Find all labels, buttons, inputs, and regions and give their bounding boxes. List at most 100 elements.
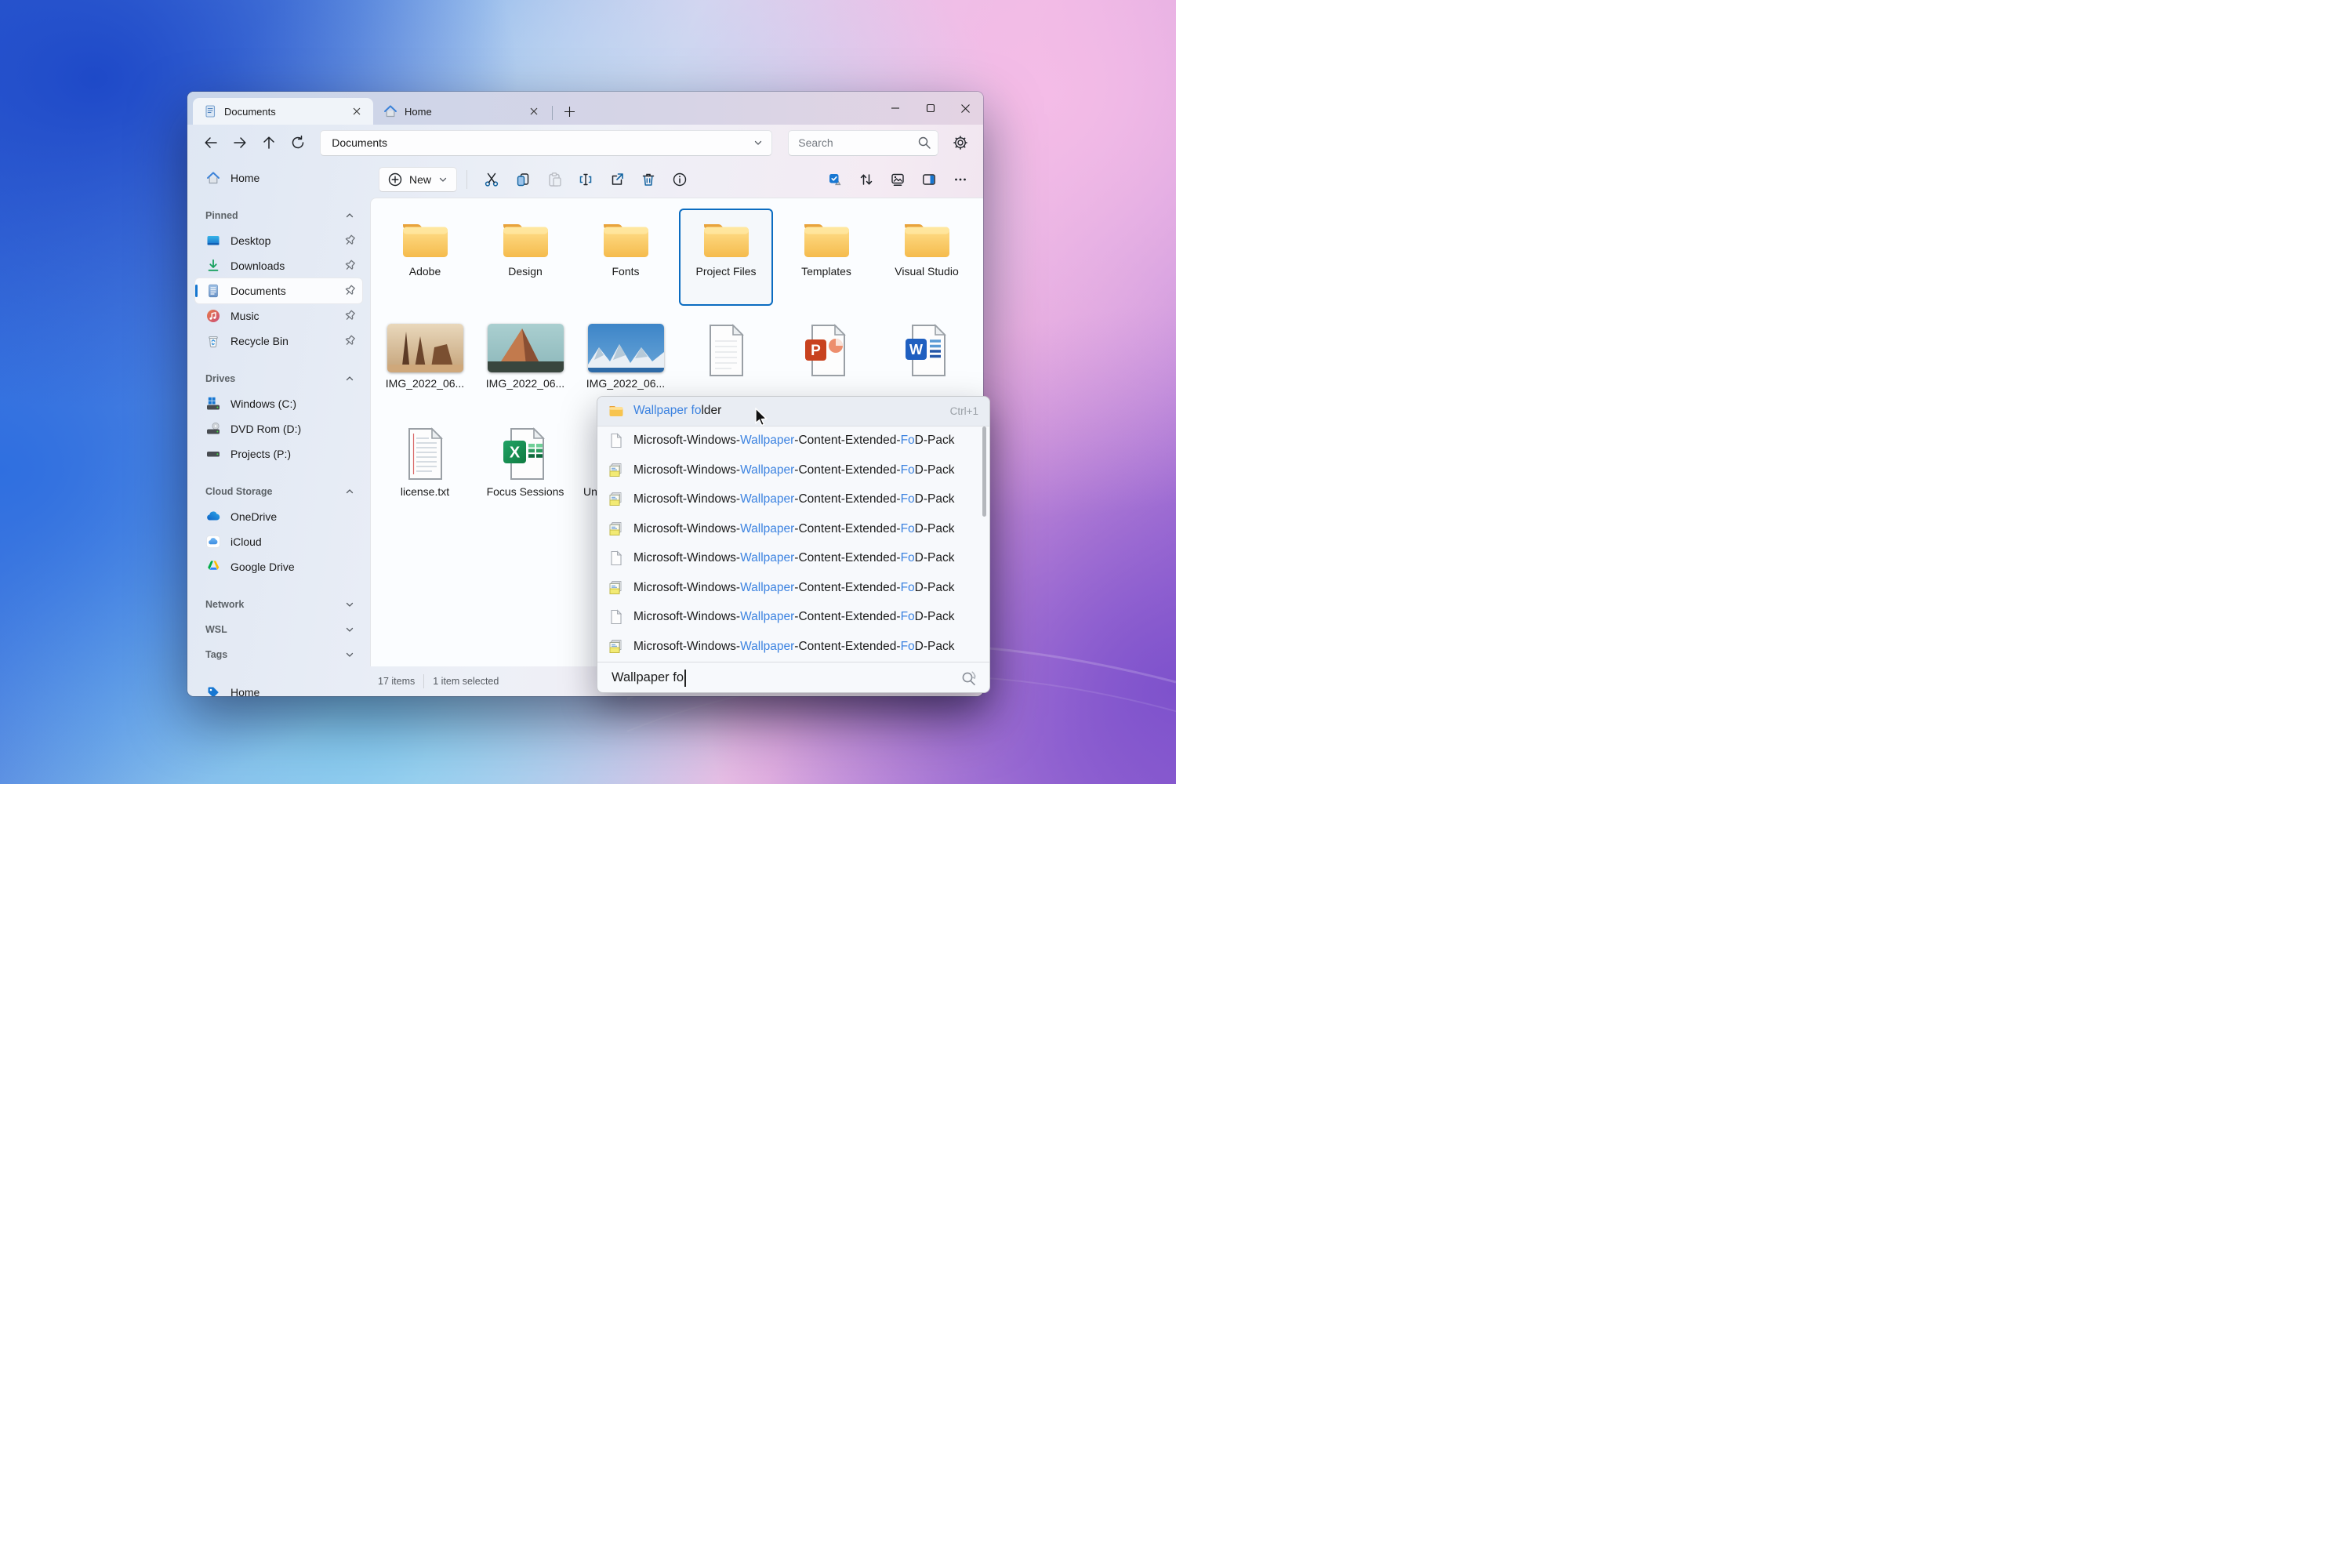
sidebar-item-label: iCloud [230,535,262,548]
sidebar-section-drives[interactable]: Drives [195,366,362,391]
sidebar-item-label: OneDrive [230,510,278,523]
toolbar-separator [466,169,468,189]
copy-icon[interactable] [508,166,538,193]
delete-icon[interactable] [633,166,663,193]
sidebar-section-pinned[interactable]: Pinned [195,203,362,228]
quick-search-input[interactable]: Wallpaper fo [612,669,686,687]
tab-home[interactable]: Home [373,98,550,125]
sidebar-item-projects-p-[interactable]: Projects (P:) [195,441,362,466]
forward-icon[interactable] [227,130,253,155]
address-dropdown-chevron-icon[interactable] [753,137,764,148]
chevron-up-icon[interactable] [342,208,358,223]
search-result-row[interactable]: Microsoft-Windows-Wallpaper-Content-Exte… [597,514,989,544]
chevron-down-icon[interactable] [342,622,358,637]
search-input[interactable] [798,136,918,149]
sidebar-section-wsl[interactable]: WSL [195,617,362,642]
sidebar-item-icloud[interactable]: iCloud [195,529,362,554]
sidebar-item-documents[interactable]: Documents [195,278,362,303]
back-icon[interactable] [198,130,224,155]
settings-gear-icon[interactable] [946,130,974,155]
sidebar-section-cloud-storage[interactable]: Cloud Storage [195,479,362,504]
result-text: Microsoft-Windows-Wallpaper-Content-Exte… [633,551,955,565]
file-tile-img-2022-06-[interactable]: IMG_2022_06... [378,324,472,390]
file-tile-img-2022-06-[interactable]: IMG_2022_06... [579,324,673,390]
sidebar-item-home[interactable]: Home [195,165,362,191]
tab-divider [552,106,553,120]
chevron-up-icon[interactable] [342,484,358,499]
chevron-down-icon[interactable] [342,647,358,662]
search-result-row[interactable]: Microsoft-Windows-Wallpaper-Content-Exte… [597,632,989,662]
status-separator [423,674,425,688]
pin-icon [342,233,358,249]
close-tab-icon[interactable] [348,103,365,120]
search-result-row[interactable]: Microsoft-Windows-Wallpaper-Content-Exte… [597,603,989,633]
search-result-row[interactable]: Microsoft-Windows-Wallpaper-Content-Exte… [597,573,989,603]
folder-tile-project-files[interactable]: Project Files [679,209,773,306]
sidebar-item-label: Downloads [230,260,285,272]
sidebar-item-downloads[interactable]: Downloads [195,253,362,278]
sidebar-item-label: Google Drive [230,561,295,573]
chevron-up-icon[interactable] [342,371,358,387]
file-tile-img-2022-06-[interactable]: IMG_2022_06... [478,324,572,390]
more-options-icon[interactable] [946,166,975,193]
paste-icon[interactable] [539,166,569,193]
dropdown-scrollbar[interactable] [982,426,986,517]
mouse-cursor [754,407,771,432]
address-bar[interactable]: Documents [320,129,773,156]
new-button[interactable]: New [379,166,458,192]
tab-documents[interactable]: Documents [193,98,373,125]
select-all-icon[interactable] [820,166,850,193]
folder-icon [801,220,851,260]
search-result-row[interactable]: Microsoft-Windows-Wallpaper-Content-Exte… [597,456,989,485]
desktop-icon [205,233,221,249]
file-sm-icon [608,433,624,448]
folder-tile-visual-studio[interactable]: Visual Studio [880,209,974,306]
file-label: IMG_2022_06... [485,377,565,390]
sidebar-item-home[interactable]: Home [195,680,362,696]
sidebar-item-windows-c-[interactable]: Windows (C:) [195,391,362,416]
folder-tile-design[interactable]: Design [478,209,572,306]
sidebar-item-dvd-rom-d-[interactable]: DVD Rom (D:) [195,416,362,441]
details-pane-icon[interactable] [914,166,944,193]
navigation-bar: Documents [187,125,983,161]
search-box[interactable] [788,129,939,156]
sidebar-item-label: Home [230,172,260,184]
folder-tile-fonts[interactable]: Fonts [579,209,673,306]
info-icon[interactable] [665,166,695,193]
file-tile-focus-sessions[interactable]: X Focus Sessions [478,427,572,498]
close-tab-icon[interactable] [525,103,543,120]
close-window-button[interactable] [948,95,983,122]
sort-icon[interactable] [851,166,881,193]
search-result-row[interactable]: Microsoft-Windows-Wallpaper-Content-Exte… [597,426,989,456]
share-icon[interactable] [602,166,632,193]
file-tile-file-4[interactable]: P [779,324,873,390]
sidebar-item-onedrive[interactable]: OneDrive [195,504,362,529]
maximize-button[interactable] [913,95,948,122]
folder-tile-templates[interactable]: Templates [779,209,873,306]
search-result-row[interactable]: Microsoft-Windows-Wallpaper-Content-Exte… [597,544,989,574]
view-gallery-icon[interactable] [883,166,913,193]
folder-icon [500,220,550,260]
search-result-row[interactable]: Microsoft-Windows-Wallpaper-Content-Exte… [597,485,989,515]
chevron-down-icon[interactable] [342,597,358,612]
new-tab-button[interactable] [557,100,581,123]
rename-icon[interactable] [571,166,601,193]
sidebar-section-tags[interactable]: Tags [195,642,362,667]
refresh-icon[interactable] [285,130,310,155]
sidebar-item-music[interactable]: Music [195,303,362,328]
sidebar-section-network[interactable]: Network [195,592,362,617]
sidebar-item-recycle-bin[interactable]: Recycle Bin [195,328,362,354]
cut-icon[interactable] [477,166,506,193]
up-icon[interactable] [256,130,282,155]
drive-icon [205,446,221,462]
search-result-row-selected[interactable]: Wallpaper folder Ctrl+1 [597,397,989,426]
home-icon [205,170,221,186]
file-tile-license-txt[interactable]: license.txt [378,427,472,498]
sidebar-item-google-drive[interactable]: Google Drive [195,554,362,579]
minimize-button[interactable] [877,95,913,122]
sidebar-item-desktop[interactable]: Desktop [195,228,362,253]
plus-circle-icon [387,172,403,187]
file-tile-file-5[interactable]: W [880,324,974,390]
file-tile-file-3[interactable] [679,324,773,390]
folder-tile-adobe[interactable]: Adobe [378,209,472,306]
